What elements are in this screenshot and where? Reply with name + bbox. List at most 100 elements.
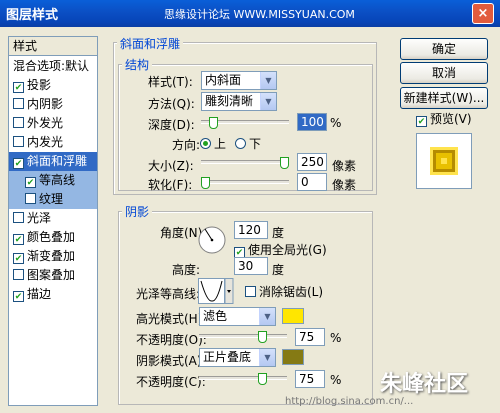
style-list-item[interactable]: 混合选项:默认 xyxy=(9,57,97,76)
shadow-opacity-thumb[interactable] xyxy=(258,373,267,385)
shadow-mode-select[interactable]: 正片叠底 ▼ xyxy=(199,348,276,367)
altitude-input[interactable]: 30 xyxy=(234,257,268,275)
shading-title: 阴影 xyxy=(122,203,153,220)
new-style-button[interactable]: 新建样式(W)... xyxy=(400,87,488,109)
angle-dial-icon[interactable] xyxy=(197,225,227,255)
highlight-opacity-slider[interactable] xyxy=(199,331,287,343)
style-list-item[interactable]: ✔ 描边 xyxy=(9,285,97,304)
antialias-checkbox[interactable]: 消除锯齿(L) xyxy=(245,283,323,300)
style-list-item[interactable]: 纹理 xyxy=(9,190,97,209)
style-list-item-label: 内发光 xyxy=(27,135,64,149)
style-list-item[interactable]: 图案叠加 xyxy=(9,266,97,285)
watermark-brand: 朱峰社区 xyxy=(380,372,469,397)
highlight-mode-select[interactable]: 滤色 ▼ xyxy=(199,307,276,326)
depth-unit: % xyxy=(330,116,342,130)
checkbox-icon[interactable] xyxy=(13,212,24,223)
preview-label: 预览(V) xyxy=(430,112,472,126)
style-list-item-label: 颜色叠加 xyxy=(27,230,76,244)
chevron-down-icon: ▼ xyxy=(259,349,275,366)
site-banner: 思缘设计论坛 WWW.MISSYUAN.COM xyxy=(164,8,355,21)
soften-unit: 像素 xyxy=(332,178,357,192)
style-list: 样式 混合选项:默认 ✔ 投影 内阴影 外发光 内发光 ✔ 斜面和浮雕 ✔ 等高线 纹理 光泽 ✔ 颜色叠… xyxy=(8,36,98,406)
style-preview xyxy=(416,133,472,189)
direction-up-label: 上 xyxy=(214,137,227,151)
style-list-item[interactable]: ✔ 等高线 xyxy=(9,171,97,190)
shadow-color-swatch[interactable] xyxy=(282,349,304,365)
style-list-item-label: 纹理 xyxy=(39,192,64,206)
checkbox-checked-icon[interactable]: ✔ xyxy=(13,291,24,302)
size-slider[interactable] xyxy=(201,157,289,169)
depth-label: 深度(D): xyxy=(148,118,195,132)
style-list-item[interactable]: 内阴影 xyxy=(9,95,97,114)
checkbox-icon[interactable] xyxy=(13,117,24,128)
size-slider-thumb[interactable] xyxy=(280,157,289,169)
shadow-mode-value: 正片叠底 xyxy=(203,350,252,364)
highlight-opacity-thumb[interactable] xyxy=(258,331,267,343)
preview-checkbox[interactable]: ✔ 预览(V) xyxy=(416,110,472,127)
depth-input[interactable]: 100 xyxy=(297,113,327,131)
ok-button[interactable]: 确定 xyxy=(400,38,488,60)
depth-slider-thumb[interactable] xyxy=(209,117,218,129)
direction-up-option[interactable]: 上 xyxy=(200,135,226,152)
direction-down-option[interactable]: 下 xyxy=(235,135,261,152)
checkbox-checked-icon[interactable]: ✔ xyxy=(13,82,24,93)
gloss-contour-label: 光泽等高线: xyxy=(136,287,201,301)
altitude-unit: 度 xyxy=(272,263,285,277)
structure-title: 结构 xyxy=(122,56,153,73)
shadow-opacity-slider[interactable] xyxy=(199,373,287,385)
soften-slider[interactable] xyxy=(201,177,289,189)
global-light-label: 使用全局光(G) xyxy=(248,243,327,257)
method-select[interactable]: 雕刻清晰 ▼ xyxy=(201,92,277,111)
checkbox-checked-icon[interactable]: ✔ xyxy=(13,234,24,245)
highlight-opacity-label: 不透明度(O): xyxy=(136,333,207,347)
style-list-item-label: 光泽 xyxy=(27,211,52,225)
style-label: 样式(T): xyxy=(148,75,193,89)
checkbox-icon[interactable] xyxy=(13,136,24,147)
cancel-button[interactable]: 取消 xyxy=(400,62,488,84)
style-list-item[interactable]: ✔ 颜色叠加 xyxy=(9,228,97,247)
altitude-label: 高度: xyxy=(172,263,201,277)
chevron-down-icon: ▼ xyxy=(260,72,276,89)
gloss-contour-picker[interactable] xyxy=(198,278,234,304)
shadow-opacity-input[interactable]: 75 xyxy=(295,370,325,388)
style-list-item-label: 渐变叠加 xyxy=(27,249,76,263)
style-select-value: 内斜面 xyxy=(205,73,242,87)
checkbox-icon[interactable] xyxy=(13,98,24,109)
watermark-url: http://blog.sina.com.cn/... xyxy=(285,396,414,407)
checkbox-checked-icon[interactable]: ✔ xyxy=(25,177,36,188)
checkbox-checked-icon[interactable]: ✔ xyxy=(13,158,24,169)
preview-thumbnail-core xyxy=(441,158,447,164)
antialias-label: 消除锯齿(L) xyxy=(259,285,324,299)
highlight-color-swatch[interactable] xyxy=(282,308,304,324)
style-list-item[interactable]: ✔ 渐变叠加 xyxy=(9,247,97,266)
highlight-mode-value: 滤色 xyxy=(203,309,228,323)
radio-icon xyxy=(200,138,211,149)
size-unit: 像素 xyxy=(332,159,357,173)
global-light-checkbox[interactable]: ✔ 使用全局光(G) xyxy=(234,241,327,258)
highlight-opacity-unit: % xyxy=(330,331,342,345)
style-list-item[interactable]: ✔ 斜面和浮雕 xyxy=(9,152,97,171)
angle-input[interactable]: 120 xyxy=(234,221,268,239)
preview-thumbnail xyxy=(430,147,458,175)
checkbox-icon[interactable] xyxy=(25,193,36,204)
close-button[interactable]: × xyxy=(472,3,494,24)
soften-input[interactable]: 0 xyxy=(297,173,327,191)
size-label: 大小(Z): xyxy=(148,159,194,173)
depth-slider[interactable] xyxy=(201,117,289,129)
checkbox-icon[interactable] xyxy=(13,269,24,280)
style-list-header: 样式 xyxy=(9,37,97,56)
shadow-opacity-label: 不透明度(C): xyxy=(136,375,206,389)
highlight-opacity-input[interactable]: 75 xyxy=(295,328,325,346)
size-input[interactable]: 250 xyxy=(297,153,327,171)
style-list-item[interactable]: 外发光 xyxy=(9,114,97,133)
style-list-item[interactable]: ✔ 投影 xyxy=(9,76,97,95)
style-select[interactable]: 内斜面 ▼ xyxy=(201,71,277,90)
style-list-item-label: 外发光 xyxy=(27,116,64,130)
style-list-item[interactable]: 光泽 xyxy=(9,209,97,228)
checkbox-checked-icon[interactable]: ✔ xyxy=(13,253,24,264)
style-list-item[interactable]: 内发光 xyxy=(9,133,97,152)
style-list-item-label: 投影 xyxy=(27,78,52,92)
style-list-item-label: 斜面和浮雕 xyxy=(27,154,88,168)
soften-slider-thumb[interactable] xyxy=(201,177,210,189)
chevron-down-icon: ▼ xyxy=(259,308,275,325)
